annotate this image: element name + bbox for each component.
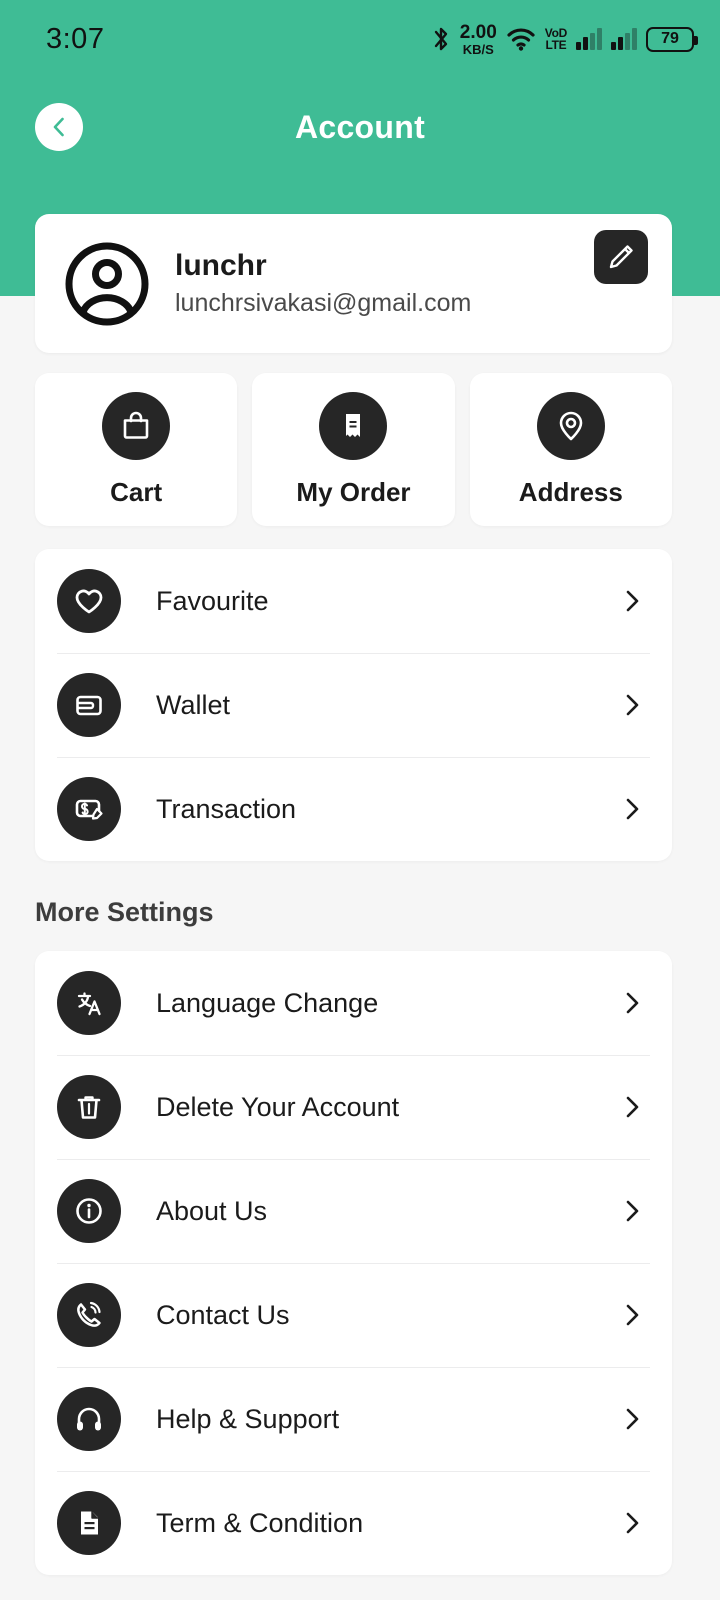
menu-item-label: Help & Support <box>156 1403 340 1434</box>
chevron-right-icon <box>619 1406 645 1432</box>
chevron-right-icon <box>619 692 645 718</box>
menu-item-language-change[interactable]: Language Change <box>35 951 672 1055</box>
wifi-icon <box>506 26 536 52</box>
more-settings-card: Language Change Delete Your Account Abou… <box>35 951 672 1575</box>
quick-action-cart[interactable]: Cart <box>35 373 238 526</box>
signal-bars-sim1-icon <box>576 28 602 50</box>
profile-card: lunchr lunchrsivakasi@gmail.com <box>35 214 672 353</box>
phone-call-icon <box>57 1283 121 1347</box>
chevron-right-icon <box>619 1510 645 1536</box>
main-menu-card: Favourite Wallet Transaction <box>35 549 672 861</box>
menu-item-label: Contact Us <box>156 1299 290 1330</box>
menu-item-help-and-support[interactable]: Help & Support <box>35 1367 672 1471</box>
menu-item-label: Delete Your Account <box>156 1091 400 1122</box>
app-bar: Account <box>0 96 720 158</box>
quick-action-my-order[interactable]: My Order <box>252 373 455 526</box>
page-title: Account <box>294 108 426 145</box>
chevron-right-icon <box>619 1094 645 1120</box>
signal-bars-sim2-icon <box>611 28 637 50</box>
menu-item-favourite[interactable]: Favourite <box>35 549 672 653</box>
quick-actions-row: Cart My Order Address <box>35 373 672 526</box>
status-bar-time: 3:07 <box>46 22 105 55</box>
location-pin-icon <box>536 391 605 460</box>
menu-item-about-us[interactable]: About Us <box>35 1159 672 1263</box>
volte-icon: VoD LTE <box>545 27 568 52</box>
battery-level-label: 79 <box>661 30 679 47</box>
chevron-right-icon <box>619 1302 645 1328</box>
quick-action-label: Cart <box>110 476 163 507</box>
document-icon <box>57 1491 121 1555</box>
chevron-left-icon <box>48 116 70 138</box>
data-speed-unit: KB/S <box>462 41 494 57</box>
menu-item-label: Language Change <box>156 987 379 1018</box>
headphones-icon <box>57 1387 121 1451</box>
shopping-bag-icon <box>102 391 171 460</box>
menu-item-term-and-condition[interactable]: Term & Condition <box>35 1471 672 1575</box>
trash-icon <box>57 1075 121 1139</box>
quick-action-label: Address <box>518 476 623 507</box>
account-screen: 3:07 2.00 KB/S VoD LTE 79 Account lunchr… <box>0 0 720 1600</box>
menu-item-wallet[interactable]: Wallet <box>35 653 672 757</box>
wallet-icon <box>57 673 121 737</box>
menu-item-label: Term & Condition <box>156 1507 364 1538</box>
transaction-icon <box>57 777 121 841</box>
menu-item-contact-us[interactable]: Contact Us <box>35 1263 672 1367</box>
menu-item-delete-your-account[interactable]: Delete Your Account <box>35 1055 672 1159</box>
back-button[interactable] <box>35 103 83 151</box>
pencil-edit-icon <box>606 242 636 272</box>
volte-bottom-label: LTE <box>545 38 567 52</box>
quick-action-label: My Order <box>296 476 411 507</box>
chevron-right-icon <box>619 1198 645 1224</box>
profile-name: lunchr <box>175 248 267 282</box>
heart-icon <box>57 569 121 633</box>
quick-action-address[interactable]: Address <box>469 373 672 526</box>
chevron-right-icon <box>619 796 645 822</box>
bluetooth-icon <box>431 25 451 53</box>
status-bar: 3:07 2.00 KB/S VoD LTE 79 <box>0 0 720 78</box>
chevron-right-icon <box>619 588 645 614</box>
receipt-icon <box>319 391 388 460</box>
status-bar-icons: 2.00 KB/S VoD LTE 79 <box>431 23 698 56</box>
data-speed-value: 2.00 <box>459 21 497 43</box>
battery-icon: 79 <box>646 26 698 52</box>
chevron-right-icon <box>619 990 645 1016</box>
more-settings-title: More Settings <box>35 897 214 927</box>
edit-profile-button[interactable] <box>594 230 648 284</box>
profile-text-block: lunchr lunchrsivakasi@gmail.com <box>175 249 594 318</box>
menu-item-label: Favourite <box>156 585 269 616</box>
menu-item-label: Transaction <box>156 793 297 824</box>
menu-item-transaction[interactable]: Transaction <box>35 757 672 861</box>
translate-icon <box>57 971 121 1035</box>
info-icon <box>57 1179 121 1243</box>
user-avatar-icon <box>63 240 151 328</box>
data-speed-indicator: 2.00 KB/S <box>460 23 497 56</box>
menu-item-label: Wallet <box>156 689 231 720</box>
menu-item-label: About Us <box>156 1195 268 1226</box>
profile-email: lunchrsivakasi@gmail.com <box>175 289 472 318</box>
